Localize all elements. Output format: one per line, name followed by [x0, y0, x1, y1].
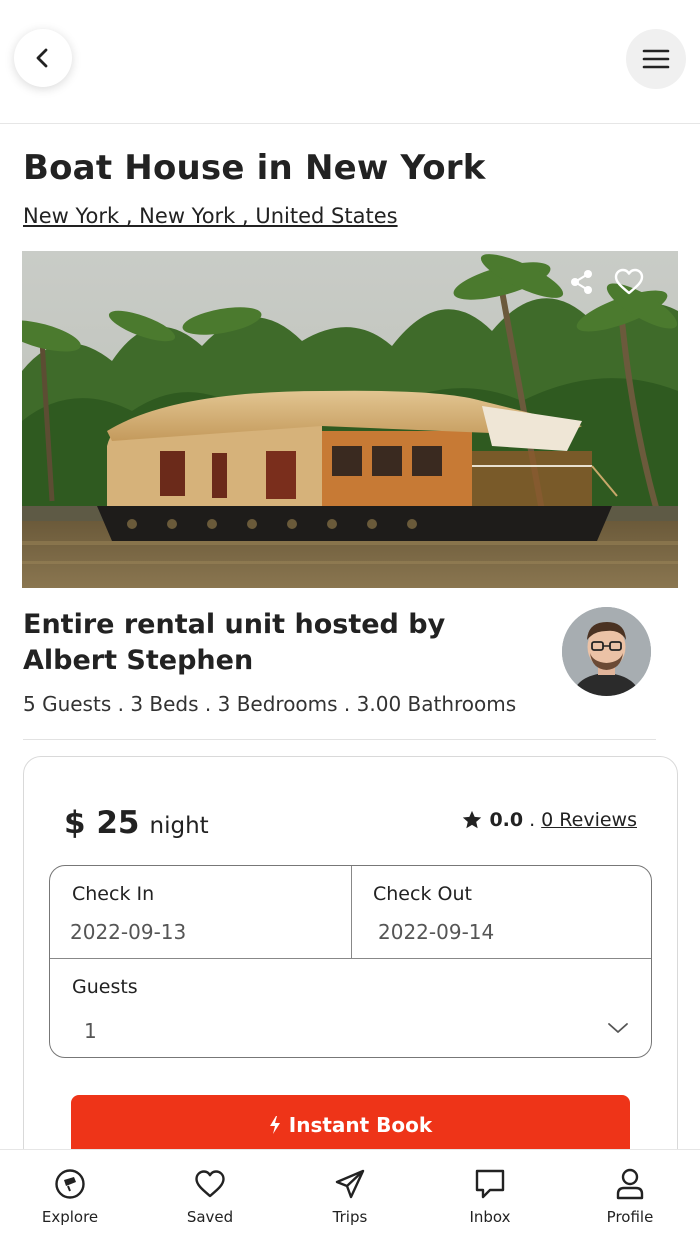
favorite-button[interactable] — [612, 265, 646, 299]
hamburger-menu-icon — [642, 49, 670, 69]
nav-trips[interactable]: Trips — [280, 1150, 420, 1244]
guests-select[interactable]: Guests 1 — [50, 959, 651, 1057]
heart-icon — [195, 1170, 225, 1198]
star-icon — [463, 810, 482, 829]
chevron-down-icon — [608, 1023, 628, 1033]
listing-location-link[interactable]: New York , New York , United States — [23, 204, 398, 228]
bottom-nav: Explore Saved Trips Inbox Profile — [0, 1149, 700, 1244]
rating-separator: . — [529, 809, 536, 831]
divider — [23, 739, 656, 740]
heart-icon — [614, 268, 644, 295]
check-in-field[interactable]: Check In 2022-09-13 — [50, 866, 351, 958]
nav-saved-label: Saved — [186, 1208, 234, 1226]
nav-inbox[interactable]: Inbox — [420, 1150, 560, 1244]
paper-plane-icon — [335, 1169, 365, 1199]
lightning-icon — [269, 1116, 280, 1134]
nav-saved[interactable]: Saved — [140, 1150, 280, 1244]
nav-explore-label: Explore — [41, 1208, 99, 1226]
booking-fields: Check In 2022-09-13 Check Out 2022-09-14… — [49, 865, 652, 1058]
menu-button[interactable] — [626, 29, 686, 89]
check-in-value: 2022-09-13 — [70, 920, 187, 944]
listing-title: Boat House in New York — [23, 148, 486, 188]
nav-profile-label: Profile — [606, 1208, 654, 1226]
booking-card: $ 25 night 0.0 . 0 Reviews Check In 2022… — [23, 756, 678, 1176]
price-amount: $ 25 — [64, 805, 140, 841]
nav-profile[interactable]: Profile — [560, 1150, 700, 1244]
back-button[interactable] — [14, 29, 72, 87]
check-out-value: 2022-09-14 — [378, 920, 495, 944]
reviews-link[interactable]: 0 Reviews — [541, 809, 637, 831]
listing-photo[interactable] — [22, 251, 678, 588]
instant-book-label: Instant Book — [288, 1113, 433, 1137]
boat-house-image — [22, 251, 678, 588]
check-out-field[interactable]: Check Out 2022-09-14 — [352, 866, 651, 958]
chat-bubble-icon — [475, 1169, 505, 1199]
chevron-left-icon — [36, 48, 48, 68]
rating-value: 0.0 — [489, 809, 524, 831]
price-unit: night — [149, 813, 209, 839]
top-bar — [0, 0, 700, 124]
share-icon — [571, 270, 592, 294]
guests-value: 1 — [84, 1019, 97, 1043]
check-out-label: Check Out — [373, 883, 472, 905]
nav-trips-label: Trips — [332, 1208, 368, 1226]
host-photo — [562, 607, 651, 696]
compass-icon — [55, 1169, 85, 1199]
host-title: Entire rental unit hosted by Albert Step… — [23, 609, 446, 676]
listing-specs: 5 Guests . 3 Beds . 3 Bedrooms . 3.00 Ba… — [23, 692, 517, 716]
nav-inbox-label: Inbox — [469, 1208, 511, 1226]
check-in-label: Check In — [72, 883, 155, 905]
user-icon — [616, 1168, 644, 1200]
price: $ 25 night — [64, 805, 209, 841]
nav-explore[interactable]: Explore — [0, 1150, 140, 1244]
share-button[interactable] — [565, 265, 599, 299]
host-avatar[interactable] — [562, 607, 651, 696]
rating: 0.0 . 0 Reviews — [461, 809, 637, 831]
guests-label: Guests — [72, 976, 138, 998]
